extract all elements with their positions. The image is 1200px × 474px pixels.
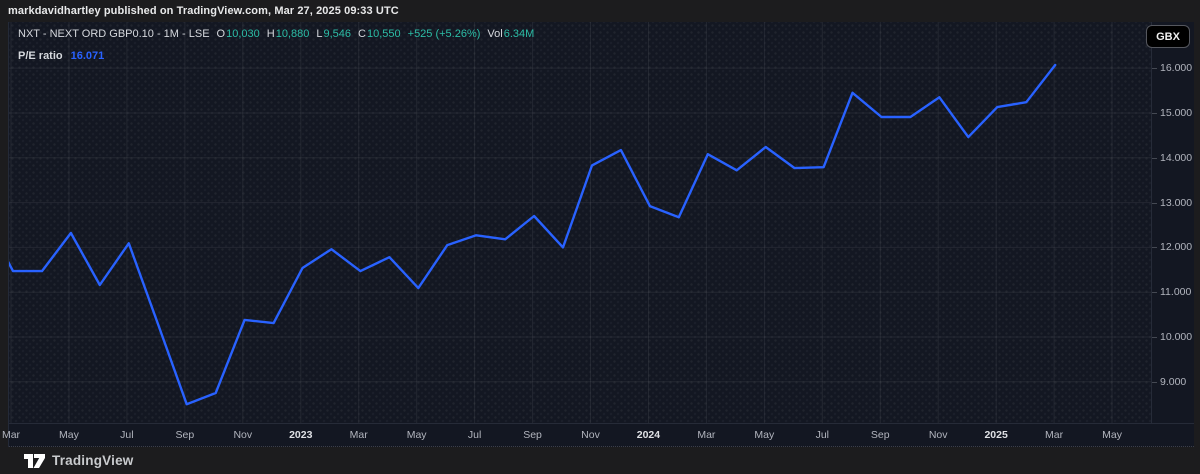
price-axis-tick [1152,203,1157,204]
open-value: O10,030 [217,28,260,40]
price-axis-label: 16.000 [1160,62,1192,74]
currency-unit-button[interactable]: GBX [1146,25,1190,48]
price-axis-tick [1152,382,1157,383]
price-axis[interactable]: 16.000 15.000 14.000 13.000 12.000 11.000 10.0… [1151,22,1194,423]
time-axis-year-label: 2023 [289,424,312,446]
symbol-title[interactable]: NXT - NEXT ORD GBP0.10 - 1M - LSE [18,28,210,40]
pe-ratio-line-series [9,22,1151,423]
tradingview-snapshot: markdavidhartley published on TradingVie… [0,0,1200,474]
time-axis-year-label: 2024 [637,424,660,446]
price-axis-label: 11.000 [1160,286,1191,298]
indicator-value: 16.071 [71,50,105,62]
time-axis[interactable]: Mar May Jul Sep Nov 2023 Mar May Jul Sep Nov 2024 Ma… [9,423,1194,447]
price-axis-tick [1152,158,1157,159]
price-axis-tick [1152,247,1157,248]
price-axis-label: 13.000 [1160,197,1192,209]
time-axis-month-label: May [407,424,427,446]
price-axis-label: 12.000 [1160,241,1192,253]
price-axis-tick [1152,337,1157,338]
time-axis-month-label: May [1102,424,1122,446]
time-axis-month-label: Sep [523,424,542,446]
publish-bar: markdavidhartley published on TradingVie… [0,0,1200,22]
price-axis-label: 15.000 [1160,107,1192,119]
indicator-legend: P/E ratio 16.071 [18,50,104,62]
price-axis-tick [1152,292,1157,293]
time-axis-month-label: Mar [2,424,20,446]
chart-pane[interactable] [9,22,1151,423]
time-axis-month-label: Mar [350,424,368,446]
low-value: L9,546 [316,28,351,40]
time-axis-month-label: Nov [581,424,600,446]
price-axis-tick [1152,113,1157,114]
time-axis-year-label: 2025 [984,424,1007,446]
time-axis-month-label: Mar [697,424,715,446]
time-axis-month-label: Jul [120,424,133,446]
time-axis-month-label: May [59,424,79,446]
publish-info: markdavidhartley published on TradingVie… [8,5,399,17]
indicator-label[interactable]: P/E ratio [18,50,63,62]
time-axis-month-label: Sep [871,424,890,446]
time-axis-month-label: Nov [233,424,252,446]
footer-bar: TradingView [0,447,1200,474]
time-axis-month-label: May [754,424,774,446]
price-axis-tick [1152,68,1157,69]
time-axis-month-label: Mar [1045,424,1063,446]
time-axis-month-label: Nov [929,424,948,446]
close-value: C10,550 [358,28,401,40]
tradingview-brand-text[interactable]: TradingView [52,453,133,468]
price-axis-label: 14.000 [1160,152,1192,164]
price-axis-label: 10.000 [1160,331,1192,343]
change-value: +525 (+5.26%) [408,28,481,40]
chart-card: NXT - NEXT ORD GBP0.10 - 1M - LSE O10,03… [8,22,1193,447]
symbol-legend: NXT - NEXT ORD GBP0.10 - 1M - LSE O10,03… [18,28,534,40]
time-axis-month-label: Jul [816,424,829,446]
tradingview-logo-icon[interactable] [24,454,45,468]
volume-value: Vol6.34M [487,28,534,40]
price-axis-label: 9.000 [1160,376,1186,388]
time-axis-month-label: Jul [468,424,481,446]
high-value: H10,880 [267,28,310,40]
time-axis-month-label: Sep [176,424,195,446]
